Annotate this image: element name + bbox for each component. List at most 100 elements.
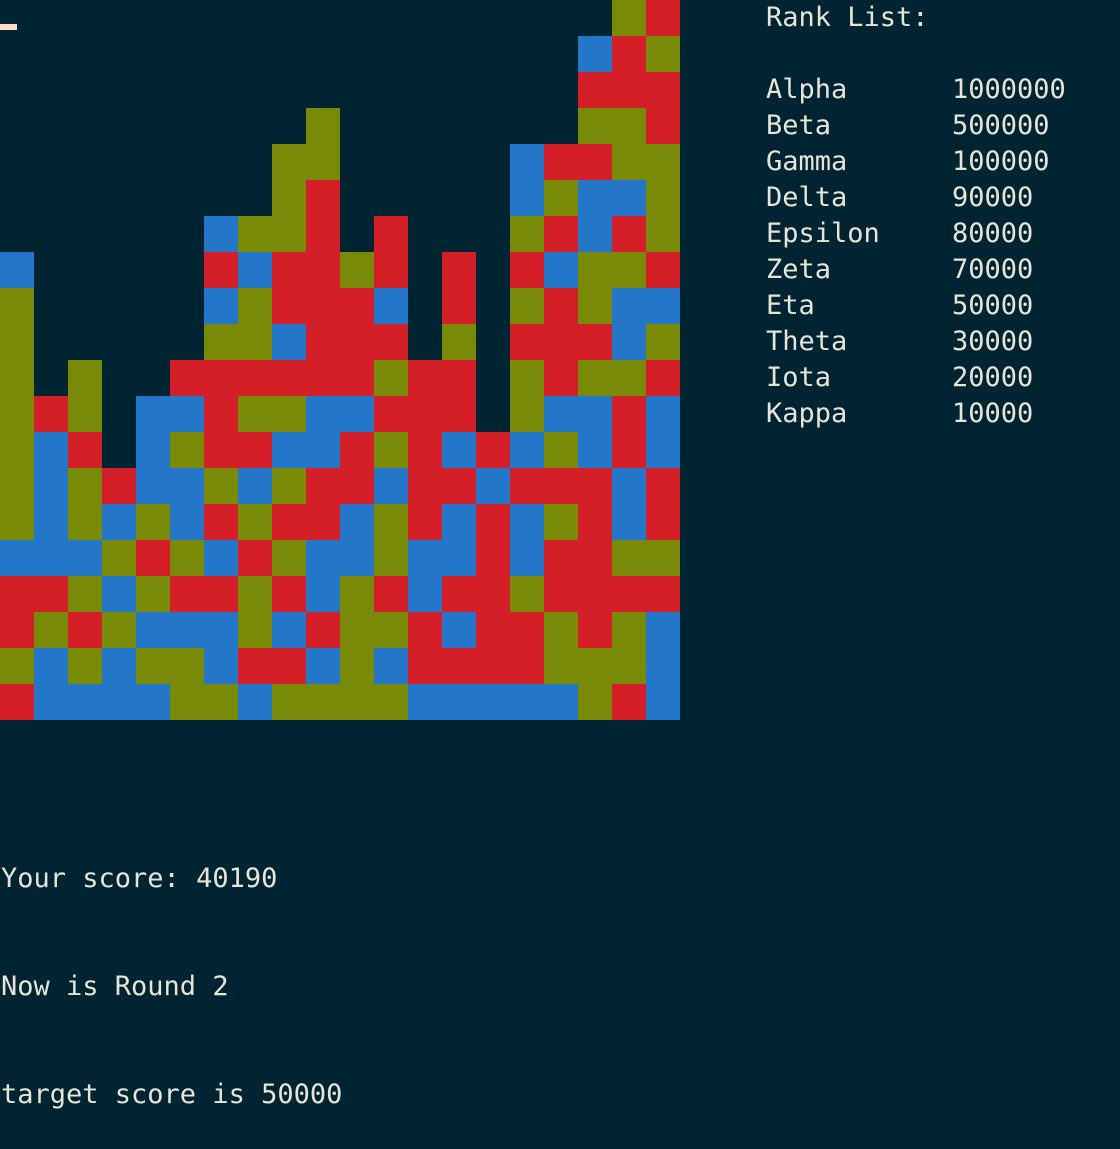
green-block[interactable]: [238, 288, 272, 324]
green-block[interactable]: [68, 360, 102, 396]
red-block[interactable]: [204, 360, 238, 396]
green-block[interactable]: [68, 504, 102, 540]
red-block[interactable]: [510, 324, 544, 360]
red-block[interactable]: [340, 468, 374, 504]
green-block[interactable]: [578, 108, 612, 144]
red-block[interactable]: [442, 468, 476, 504]
green-block[interactable]: [442, 324, 476, 360]
green-block[interactable]: [578, 288, 612, 324]
blue-block[interactable]: [238, 468, 272, 504]
green-block[interactable]: [544, 648, 578, 684]
green-block[interactable]: [612, 144, 646, 180]
green-block[interactable]: [612, 612, 646, 648]
green-block[interactable]: [68, 648, 102, 684]
red-block[interactable]: [68, 612, 102, 648]
red-block[interactable]: [510, 612, 544, 648]
green-block[interactable]: [272, 684, 306, 720]
red-block[interactable]: [578, 144, 612, 180]
blue-block[interactable]: [0, 540, 34, 576]
blue-block[interactable]: [646, 432, 680, 468]
blue-block[interactable]: [102, 684, 136, 720]
green-block[interactable]: [238, 612, 272, 648]
blue-block[interactable]: [578, 396, 612, 432]
blue-block[interactable]: [204, 540, 238, 576]
blue-block[interactable]: [510, 144, 544, 180]
blue-block[interactable]: [544, 252, 578, 288]
blue-block[interactable]: [204, 216, 238, 252]
blue-block[interactable]: [136, 684, 170, 720]
red-block[interactable]: [544, 288, 578, 324]
red-block[interactable]: [578, 324, 612, 360]
red-block[interactable]: [102, 468, 136, 504]
blue-block[interactable]: [510, 504, 544, 540]
green-block[interactable]: [136, 576, 170, 612]
red-block[interactable]: [578, 504, 612, 540]
blue-block[interactable]: [34, 540, 68, 576]
green-block[interactable]: [102, 612, 136, 648]
green-block[interactable]: [170, 684, 204, 720]
green-block[interactable]: [272, 216, 306, 252]
red-block[interactable]: [374, 576, 408, 612]
blue-block[interactable]: [442, 612, 476, 648]
green-block[interactable]: [510, 576, 544, 612]
red-block[interactable]: [578, 540, 612, 576]
red-block[interactable]: [170, 360, 204, 396]
green-block[interactable]: [272, 180, 306, 216]
blue-block[interactable]: [170, 396, 204, 432]
blue-block[interactable]: [612, 468, 646, 504]
green-block[interactable]: [0, 324, 34, 360]
green-block[interactable]: [646, 216, 680, 252]
blue-block[interactable]: [442, 540, 476, 576]
blue-block[interactable]: [408, 576, 442, 612]
blue-block[interactable]: [408, 540, 442, 576]
red-block[interactable]: [340, 288, 374, 324]
green-block[interactable]: [612, 252, 646, 288]
red-block[interactable]: [340, 360, 374, 396]
blue-block[interactable]: [136, 468, 170, 504]
green-block[interactable]: [238, 216, 272, 252]
red-block[interactable]: [374, 216, 408, 252]
green-block[interactable]: [510, 288, 544, 324]
blue-block[interactable]: [578, 216, 612, 252]
green-block[interactable]: [238, 504, 272, 540]
red-block[interactable]: [578, 612, 612, 648]
blue-block[interactable]: [306, 576, 340, 612]
blue-block[interactable]: [476, 468, 510, 504]
green-block[interactable]: [544, 432, 578, 468]
green-block[interactable]: [646, 36, 680, 72]
blue-block[interactable]: [306, 648, 340, 684]
green-block[interactable]: [102, 540, 136, 576]
green-block[interactable]: [646, 540, 680, 576]
blue-block[interactable]: [646, 396, 680, 432]
green-block[interactable]: [306, 108, 340, 144]
blue-block[interactable]: [34, 684, 68, 720]
red-block[interactable]: [306, 216, 340, 252]
red-block[interactable]: [272, 504, 306, 540]
green-block[interactable]: [68, 396, 102, 432]
red-block[interactable]: [306, 612, 340, 648]
blue-block[interactable]: [510, 432, 544, 468]
green-block[interactable]: [612, 360, 646, 396]
green-block[interactable]: [578, 360, 612, 396]
red-block[interactable]: [408, 432, 442, 468]
red-block[interactable]: [238, 648, 272, 684]
red-block[interactable]: [612, 72, 646, 108]
blue-block[interactable]: [374, 288, 408, 324]
green-block[interactable]: [272, 144, 306, 180]
blue-block[interactable]: [102, 504, 136, 540]
red-block[interactable]: [544, 540, 578, 576]
green-block[interactable]: [238, 396, 272, 432]
green-block[interactable]: [612, 0, 646, 36]
red-block[interactable]: [612, 684, 646, 720]
blue-block[interactable]: [510, 180, 544, 216]
red-block[interactable]: [646, 576, 680, 612]
blue-block[interactable]: [442, 432, 476, 468]
red-block[interactable]: [510, 252, 544, 288]
red-block[interactable]: [340, 324, 374, 360]
blue-block[interactable]: [272, 432, 306, 468]
red-block[interactable]: [544, 324, 578, 360]
blue-block[interactable]: [510, 540, 544, 576]
red-block[interactable]: [238, 432, 272, 468]
blue-block[interactable]: [272, 324, 306, 360]
red-block[interactable]: [476, 612, 510, 648]
